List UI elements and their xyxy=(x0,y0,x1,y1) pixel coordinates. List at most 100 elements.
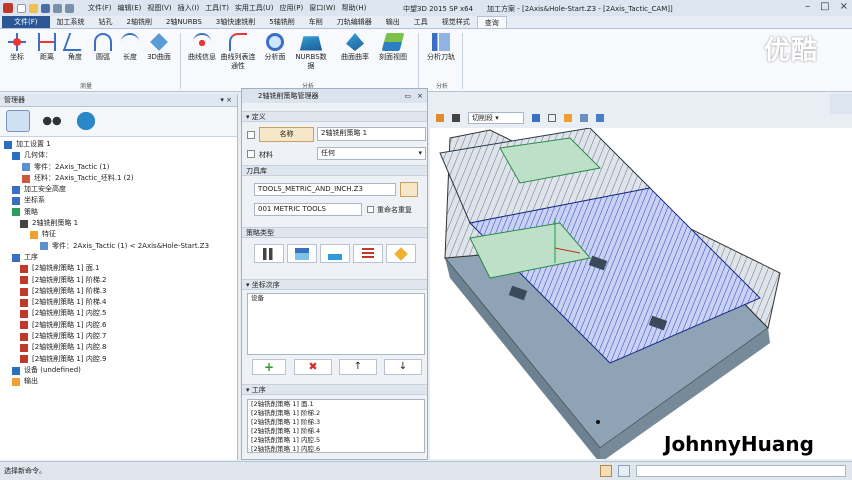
tree-item[interactable]: 坯料：2Axis_Tactic_坯料.1 (2) xyxy=(0,173,237,184)
tree-item[interactable]: 工序 xyxy=(0,252,237,263)
tree-item[interactable]: [2轴铣削策略 1] 内腔.6 xyxy=(0,320,237,331)
3d-viewport[interactable] xyxy=(430,128,852,459)
command-input[interactable] xyxy=(636,465,846,477)
strategy-type-3[interactable] xyxy=(320,244,350,263)
section-view-icon[interactable] xyxy=(596,114,604,122)
menu-utility[interactable]: 实用工具(U) xyxy=(235,3,274,13)
strategy-type-2[interactable] xyxy=(287,244,317,263)
minimize-icon[interactable]: – xyxy=(805,1,810,12)
open-icon[interactable] xyxy=(29,3,38,13)
tab-machining-system[interactable]: 加工系统 xyxy=(50,16,92,28)
coord-order-list[interactable]: 设备 xyxy=(247,293,425,355)
tab-2axis-nurbs[interactable]: 2轴NURBS xyxy=(159,16,209,28)
operation-item[interactable]: [2轴铣削策略 1] 阶梯.3 xyxy=(248,418,424,427)
nurbs-data-button[interactable]: NURBS数据 xyxy=(292,33,330,71)
rename-duplicate-checkbox[interactable] xyxy=(367,206,374,213)
operation-item[interactable]: [2轴铣削策略 1] 内腔.6 xyxy=(248,445,424,452)
tree-item[interactable]: 零件：2Axis_Tactic (1) < 2Axis&Hole-Start.Z… xyxy=(0,241,237,252)
tab-2axis-milling[interactable]: 2轴铣削 xyxy=(120,16,159,28)
filter-icon[interactable] xyxy=(436,114,444,122)
section-coord-order[interactable]: ▾ 坐标次序 xyxy=(242,279,427,290)
tree-item[interactable]: 几何体： xyxy=(0,150,237,161)
list-item[interactable]: 设备 xyxy=(248,294,424,303)
tab-output[interactable]: 输出 xyxy=(379,16,407,28)
section-toollib[interactable]: 刀具库 xyxy=(242,165,427,176)
tree-item[interactable]: 2轴铣削策略 1 xyxy=(0,218,237,229)
strategy-type-1[interactable] xyxy=(254,244,284,263)
tree-item[interactable]: [2轴铣削策略 1] 内腔.5 xyxy=(0,308,237,319)
shading-icon[interactable] xyxy=(580,114,588,122)
undo-icon[interactable] xyxy=(53,3,62,13)
tab-path-editor[interactable]: 刀轨编辑器 xyxy=(330,16,379,28)
length-button[interactable]: 长度 xyxy=(115,33,145,62)
move-down-button[interactable]: ↓ xyxy=(384,359,422,375)
analyze-path-button[interactable]: 分析刀轨 xyxy=(423,33,459,62)
box-icon[interactable] xyxy=(564,114,572,122)
tab-visual-style[interactable]: 视觉样式 xyxy=(435,16,477,28)
delete-button[interactable]: ✖ xyxy=(294,359,332,375)
tree-item[interactable]: [2轴铣削策略 1] 阶梯.3 xyxy=(0,286,237,297)
tab-turning[interactable]: 车削 xyxy=(302,16,330,28)
curve-list-button[interactable]: 曲线列表连通性 xyxy=(220,33,256,71)
operation-item[interactable]: [2轴铣削策略 1] 阶梯.2 xyxy=(248,409,424,418)
section-strategy-type[interactable]: 策略类型 xyxy=(242,227,427,238)
tree-item[interactable]: [2轴铣削策略 1] 内腔.7 xyxy=(0,331,237,342)
move-icon[interactable] xyxy=(452,114,460,122)
tab-3axis-fast[interactable]: 3轴快速铣削 xyxy=(209,16,262,28)
panel-pin-icon[interactable]: ▾ × xyxy=(220,94,232,107)
tool-library-field[interactable]: TOOLS_METRIC_AND_INCH.Z3 xyxy=(254,183,396,196)
tree-item[interactable]: 特征 xyxy=(0,229,237,240)
pin-icon[interactable]: ▭ xyxy=(404,89,411,103)
strategy-type-4[interactable] xyxy=(353,244,383,263)
tree-item[interactable]: 输出 xyxy=(0,376,237,387)
maximize-icon[interactable]: □ xyxy=(820,1,829,12)
cut-mode-select[interactable]: 切削段 ▾ xyxy=(468,112,524,124)
material-select[interactable]: 任何 ▾ xyxy=(317,147,426,160)
tab-5axis[interactable]: 5轴铣削 xyxy=(262,16,301,28)
menu-apps[interactable]: 应用(P) xyxy=(280,3,304,13)
close-icon[interactable]: × xyxy=(840,1,848,12)
material-checkbox[interactable] xyxy=(247,150,255,158)
name-checkbox[interactable] xyxy=(247,131,255,139)
tab-history-icon[interactable] xyxy=(6,110,30,132)
operation-item[interactable]: [2轴铣削策略 1] 面.1 xyxy=(248,400,424,409)
add-button[interactable]: + xyxy=(252,359,286,375)
menu-file[interactable]: 文件(F) xyxy=(88,3,112,13)
menu-insert[interactable]: 插入(I) xyxy=(178,3,200,13)
3d-surface-button[interactable]: 3D曲面 xyxy=(144,33,174,62)
save-icon[interactable] xyxy=(41,3,50,13)
tab-drilling[interactable]: 钻孔 xyxy=(92,16,120,28)
coord-button[interactable]: 坐标 xyxy=(2,33,32,62)
arc-button[interactable]: 圆弧 xyxy=(88,33,118,62)
tab-file[interactable]: 文件(F) xyxy=(2,16,50,28)
menu-help[interactable]: 帮助(H) xyxy=(342,3,367,13)
tree-item[interactable]: [2轴铣削策略 1] 内腔.8 xyxy=(0,342,237,353)
tree-item[interactable]: [2轴铣削策略 1] 阶梯.2 xyxy=(0,275,237,286)
cube-icon[interactable] xyxy=(548,114,556,122)
angle-button[interactable]: 角度 xyxy=(60,33,90,62)
browse-folder-icon[interactable] xyxy=(400,182,418,197)
name-button[interactable]: 名称 xyxy=(259,127,314,142)
tab-tools[interactable]: 工具 xyxy=(407,16,435,28)
tree-item[interactable]: [2轴铣削策略 1] 阶梯.4 xyxy=(0,297,237,308)
layout-icon[interactable] xyxy=(618,465,630,477)
tool-set-field[interactable]: 001 METRIC TOOLS xyxy=(254,203,362,216)
view-icon[interactable] xyxy=(532,114,540,122)
analyze-face-button[interactable]: 分析面 xyxy=(260,33,290,62)
operation-item[interactable]: [2轴铣削策略 1] 阶梯.4 xyxy=(248,427,424,436)
tab-view-icon[interactable] xyxy=(40,110,64,132)
grid-toggle-icon[interactable] xyxy=(600,465,612,477)
tab-globe-icon[interactable] xyxy=(74,110,98,132)
tree-item[interactable]: 坐标系 xyxy=(0,195,237,206)
strategy-type-5[interactable] xyxy=(386,244,416,263)
surface-curvature-button[interactable]: 曲面曲率 xyxy=(340,33,370,62)
tree-item[interactable]: 零件：2Axis_Tactic (1) xyxy=(0,162,237,173)
redo-icon[interactable] xyxy=(65,3,74,13)
move-up-button[interactable]: ↑ xyxy=(339,359,377,375)
facet-view-button[interactable]: 刻面视图 xyxy=(378,33,408,62)
operations-list[interactable]: [2轴铣削策略 1] 面.1 [2轴铣削策略 1] 阶梯.2 [2轴铣削策略 1] … xyxy=(247,399,425,453)
section-operations[interactable]: ▾ 工序 xyxy=(242,384,427,395)
tree-item[interactable]: 加工安全高度 xyxy=(0,184,237,195)
tree-item[interactable]: 加工设置 1 xyxy=(0,139,237,150)
name-field[interactable]: 2轴铣削策略 1 xyxy=(317,127,426,141)
